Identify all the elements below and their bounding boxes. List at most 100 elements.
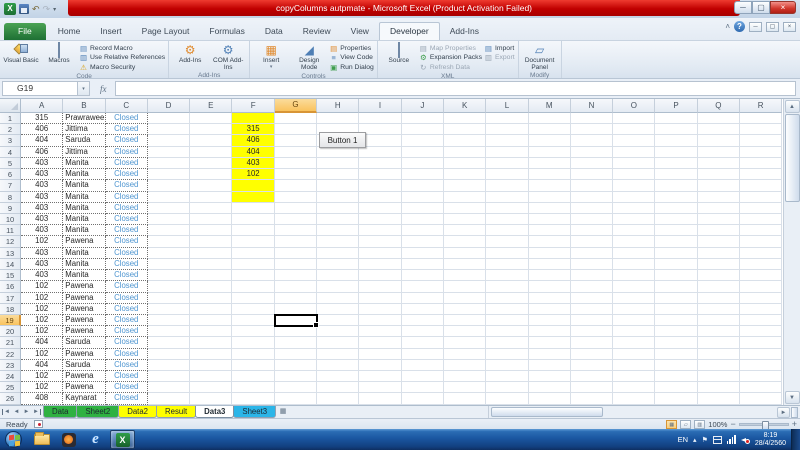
insert-function-icon[interactable]: fx xyxy=(90,84,115,94)
ribbon-tab-developer[interactable]: Developer xyxy=(379,22,440,40)
import-button[interactable]: ▤ Import xyxy=(484,44,515,53)
cell-N23[interactable] xyxy=(571,360,613,371)
cell-A20[interactable]: 102 xyxy=(21,326,63,337)
row-header-24[interactable]: 24 xyxy=(0,371,21,382)
row-header-2[interactable]: 2 xyxy=(0,124,21,135)
view-code-button[interactable]: ≡ View Code xyxy=(329,54,374,63)
cell-C20[interactable]: Closed xyxy=(106,326,148,337)
cell-C17[interactable]: Closed xyxy=(106,293,148,304)
cell-D12[interactable] xyxy=(148,236,190,247)
cell-R21[interactable] xyxy=(740,337,782,348)
cell-E24[interactable] xyxy=(190,371,232,382)
cell-H23[interactable] xyxy=(317,360,359,371)
cell-H13[interactable] xyxy=(317,248,359,259)
cell-Q16[interactable] xyxy=(698,281,740,292)
cell-Q20[interactable] xyxy=(698,326,740,337)
cell-D14[interactable] xyxy=(148,259,190,270)
row-header-8[interactable]: 8 xyxy=(0,192,21,203)
cell-P18[interactable] xyxy=(655,304,697,315)
cell-Q14[interactable] xyxy=(698,259,740,270)
minimize-button[interactable]: ─ xyxy=(734,1,752,14)
column-header-C[interactable]: C xyxy=(106,99,148,113)
cell-K7[interactable] xyxy=(444,180,486,191)
cell-J6[interactable] xyxy=(402,169,444,180)
cell-O6[interactable] xyxy=(613,169,655,180)
cell-G3[interactable] xyxy=(275,135,317,146)
cell-H19[interactable] xyxy=(317,315,359,326)
cell-L7[interactable] xyxy=(486,180,528,191)
cell-M25[interactable] xyxy=(529,382,571,393)
cell-L3[interactable] xyxy=(486,135,528,146)
cell-H5[interactable] xyxy=(317,158,359,169)
cell-L8[interactable] xyxy=(486,192,528,203)
cell-R23[interactable] xyxy=(740,360,782,371)
cell-Q5[interactable] xyxy=(698,158,740,169)
cell-K10[interactable] xyxy=(444,214,486,225)
cell-L11[interactable] xyxy=(486,225,528,236)
cell-F12[interactable] xyxy=(232,236,274,247)
document-panel-button[interactable]: ▱ Document Panel xyxy=(522,42,558,71)
cell-N26[interactable] xyxy=(571,393,613,404)
cell-J17[interactable] xyxy=(402,293,444,304)
cell-G26[interactable] xyxy=(275,393,317,404)
cell-R13[interactable] xyxy=(740,248,782,259)
cell-M24[interactable] xyxy=(529,371,571,382)
cell-J5[interactable] xyxy=(402,158,444,169)
cell-Q25[interactable] xyxy=(698,382,740,393)
cell-K19[interactable] xyxy=(444,315,486,326)
page-layout-view-button[interactable]: ▱ xyxy=(680,420,691,429)
cell-R7[interactable] xyxy=(740,180,782,191)
cell-R12[interactable] xyxy=(740,236,782,247)
sheet-tab-sheet2[interactable]: Sheet2 xyxy=(76,406,119,418)
cell-D8[interactable] xyxy=(148,192,190,203)
cell-M17[interactable] xyxy=(529,293,571,304)
cell-L1[interactable] xyxy=(486,113,528,124)
row-header-23[interactable]: 23 xyxy=(0,360,21,371)
row-header-18[interactable]: 18 xyxy=(0,304,21,315)
cell-A26[interactable]: 408 xyxy=(21,393,63,404)
cell-E3[interactable] xyxy=(190,135,232,146)
cell-C11[interactable]: Closed xyxy=(106,225,148,236)
cell-J10[interactable] xyxy=(402,214,444,225)
cell-K25[interactable] xyxy=(444,382,486,393)
cell-A19[interactable]: 102 xyxy=(21,315,63,326)
show-desktop-button[interactable] xyxy=(791,429,800,450)
cell-P22[interactable] xyxy=(655,349,697,360)
cell-G16[interactable] xyxy=(275,281,317,292)
cell-K11[interactable] xyxy=(444,225,486,236)
cell-E16[interactable] xyxy=(190,281,232,292)
cell-K12[interactable] xyxy=(444,236,486,247)
cell-L19[interactable] xyxy=(486,315,528,326)
select-all-corner[interactable] xyxy=(0,99,21,113)
cell-G21[interactable] xyxy=(275,337,317,348)
cell-M14[interactable] xyxy=(529,259,571,270)
cell-E19[interactable] xyxy=(190,315,232,326)
taskbar-media-button[interactable] xyxy=(56,430,81,449)
cell-N16[interactable] xyxy=(571,281,613,292)
cell-C7[interactable]: Closed xyxy=(106,180,148,191)
cell-G6[interactable] xyxy=(275,169,317,180)
cell-B9[interactable]: Manita xyxy=(63,203,105,214)
ribbon-tab-page-layout[interactable]: Page Layout xyxy=(132,23,200,40)
cell-F2[interactable]: 315 xyxy=(232,124,274,135)
cell-D15[interactable] xyxy=(148,270,190,281)
volume-muted-icon[interactable] xyxy=(741,436,750,444)
cell-D16[interactable] xyxy=(148,281,190,292)
cell-J4[interactable] xyxy=(402,147,444,158)
cell-Q6[interactable] xyxy=(698,169,740,180)
cell-G13[interactable] xyxy=(275,248,317,259)
column-header-K[interactable]: K xyxy=(444,99,486,113)
cell-M21[interactable] xyxy=(529,337,571,348)
cell-A10[interactable]: 403 xyxy=(21,214,63,225)
cell-F4[interactable]: 404 xyxy=(232,147,274,158)
cell-P13[interactable] xyxy=(655,248,697,259)
window-tray-icon[interactable] xyxy=(713,436,722,444)
cell-F21[interactable] xyxy=(232,337,274,348)
taskbar-explorer-button[interactable] xyxy=(29,430,54,449)
redo-icon[interactable]: ↷ xyxy=(43,4,51,14)
cell-B2[interactable]: Jittima xyxy=(63,124,105,135)
source-button[interactable]: Source xyxy=(381,42,417,64)
cell-F23[interactable] xyxy=(232,360,274,371)
cell-O10[interactable] xyxy=(613,214,655,225)
selected-cell-outline[interactable] xyxy=(274,314,318,327)
